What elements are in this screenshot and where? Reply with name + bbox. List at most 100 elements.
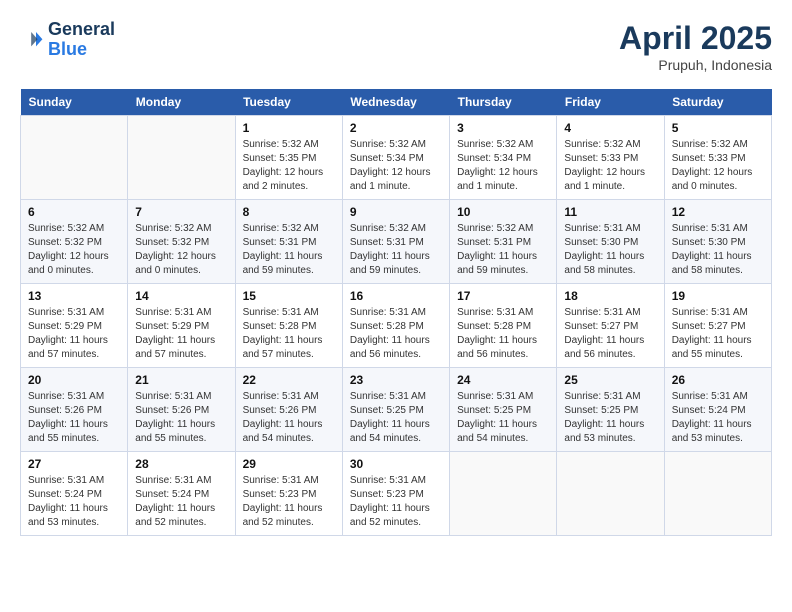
calendar-cell: 27Sunrise: 5:31 AM Sunset: 5:24 PM Dayli… xyxy=(21,452,128,536)
day-info: Sunrise: 5:31 AM Sunset: 5:27 PM Dayligh… xyxy=(564,306,656,362)
day-number: 18 xyxy=(564,289,656,303)
calendar-cell: 17 Sunrise: 5:31 AM Sunset: 5:28 PM Dayli… xyxy=(450,284,557,368)
logo-text: General Blue xyxy=(48,20,115,60)
day-number: 21 xyxy=(135,373,227,387)
calendar-body: 1 Sunrise: 5:32 AM Sunset: 5:35 PM Daylig… xyxy=(21,116,772,536)
calendar-cell: 7Sunrise: 5:32 AM Sunset: 5:32 PM Daylig… xyxy=(128,200,235,284)
calendar-cell: 10 Sunrise: 5:32 AM Sunset: 5:31 PM Dayli… xyxy=(450,200,557,284)
day-number: 25 xyxy=(564,373,656,387)
calendar-cell: 29 Sunrise: 5:31 AM Sunset: 5:23 PM Dayli… xyxy=(235,452,342,536)
weekday-header-friday: Friday xyxy=(557,89,664,116)
calendar-cell: 23 Sunrise: 5:31 AM Sunset: 5:25 PM Dayli… xyxy=(342,368,449,452)
weekday-header-sunday: Sunday xyxy=(21,89,128,116)
calendar-cell: 11 Sunrise: 5:31 AM Sunset: 5:30 PM Dayli… xyxy=(557,200,664,284)
logo: General Blue xyxy=(20,20,115,60)
day-number: 4 xyxy=(564,121,656,135)
calendar-cell: 1 Sunrise: 5:32 AM Sunset: 5:35 PM Daylig… xyxy=(235,116,342,200)
day-number: 2 xyxy=(350,121,442,135)
day-info: Sunrise: 5:32 AM Sunset: 5:34 PM Dayligh… xyxy=(350,138,442,194)
day-number: 23 xyxy=(350,373,442,387)
calendar-cell: 6 Sunrise: 5:32 AM Sunset: 5:32 PM Daylig… xyxy=(21,200,128,284)
day-info: Sunrise: 5:31 AM Sunset: 5:27 PM Dayligh… xyxy=(672,306,764,362)
calendar-header-row: SundayMondayTuesdayWednesdayThursdayFrid… xyxy=(21,89,772,116)
day-number: 26 xyxy=(672,373,764,387)
day-number: 20 xyxy=(28,373,120,387)
day-info: Sunrise: 5:32 AM Sunset: 5:31 PM Dayligh… xyxy=(457,222,549,278)
location: Prupuh, Indonesia xyxy=(619,57,772,73)
calendar-week-4: 20 Sunrise: 5:31 AM Sunset: 5:26 PM Dayli… xyxy=(21,368,772,452)
calendar-cell: 9Sunrise: 5:32 AM Sunset: 5:31 PM Daylig… xyxy=(342,200,449,284)
calendar-cell: 5 Sunrise: 5:32 AM Sunset: 5:33 PM Daylig… xyxy=(664,116,771,200)
calendar-table: SundayMondayTuesdayWednesdayThursdayFrid… xyxy=(20,89,772,536)
calendar-cell: 14 Sunrise: 5:31 AM Sunset: 5:29 PM Dayli… xyxy=(128,284,235,368)
calendar-cell xyxy=(557,452,664,536)
day-number: 28 xyxy=(135,457,227,471)
day-number: 5 xyxy=(672,121,764,135)
day-number: 1 xyxy=(243,121,335,135)
day-info: Sunrise: 5:32 AM Sunset: 5:33 PM Dayligh… xyxy=(672,138,764,194)
day-info: Sunrise: 5:31 AM Sunset: 5:23 PM Dayligh… xyxy=(350,474,442,530)
day-number: 22 xyxy=(243,373,335,387)
calendar-cell: 28 Sunrise: 5:31 AM Sunset: 5:24 PM Dayli… xyxy=(128,452,235,536)
day-info: Sunrise: 5:31 AM Sunset: 5:26 PM Dayligh… xyxy=(135,390,227,446)
logo-icon xyxy=(20,28,44,52)
day-info: Sunrise: 5:32 AM Sunset: 5:35 PM Dayligh… xyxy=(243,138,335,194)
calendar-cell: 2 Sunrise: 5:32 AM Sunset: 5:34 PM Daylig… xyxy=(342,116,449,200)
day-number: 14 xyxy=(135,289,227,303)
day-info: Sunrise: 5:31 AM Sunset: 5:23 PM Dayligh… xyxy=(243,474,335,530)
day-info: Sunrise: 5:31 AM Sunset: 5:29 PM Dayligh… xyxy=(135,306,227,362)
day-number: 12 xyxy=(672,205,764,219)
calendar-cell: 13Sunrise: 5:31 AM Sunset: 5:29 PM Dayli… xyxy=(21,284,128,368)
calendar-cell: 3 Sunrise: 5:32 AM Sunset: 5:34 PM Daylig… xyxy=(450,116,557,200)
day-info: Sunrise: 5:31 AM Sunset: 5:30 PM Dayligh… xyxy=(672,222,764,278)
calendar-cell: 24 Sunrise: 5:31 AM Sunset: 5:25 PM Dayli… xyxy=(450,368,557,452)
calendar-week-2: 6 Sunrise: 5:32 AM Sunset: 5:32 PM Daylig… xyxy=(21,200,772,284)
day-number: 19 xyxy=(672,289,764,303)
calendar-cell xyxy=(450,452,557,536)
page-header: General Blue April 2025 Prupuh, Indonesi… xyxy=(20,20,772,73)
calendar-cell: 30Sunrise: 5:31 AM Sunset: 5:23 PM Dayli… xyxy=(342,452,449,536)
day-number: 24 xyxy=(457,373,549,387)
day-info: Sunrise: 5:31 AM Sunset: 5:24 PM Dayligh… xyxy=(672,390,764,446)
weekday-header-saturday: Saturday xyxy=(664,89,771,116)
day-number: 3 xyxy=(457,121,549,135)
weekday-header-monday: Monday xyxy=(128,89,235,116)
calendar-cell: 19 Sunrise: 5:31 AM Sunset: 5:27 PM Dayli… xyxy=(664,284,771,368)
day-info: Sunrise: 5:31 AM Sunset: 5:25 PM Dayligh… xyxy=(457,390,549,446)
day-info: Sunrise: 5:31 AM Sunset: 5:25 PM Dayligh… xyxy=(564,390,656,446)
calendar-cell: 4Sunrise: 5:32 AM Sunset: 5:33 PM Daylig… xyxy=(557,116,664,200)
day-number: 8 xyxy=(243,205,335,219)
day-number: 16 xyxy=(350,289,442,303)
day-info: Sunrise: 5:32 AM Sunset: 5:32 PM Dayligh… xyxy=(28,222,120,278)
calendar-cell: 25 Sunrise: 5:31 AM Sunset: 5:25 PM Dayli… xyxy=(557,368,664,452)
day-info: Sunrise: 5:32 AM Sunset: 5:31 PM Dayligh… xyxy=(243,222,335,278)
day-info: Sunrise: 5:31 AM Sunset: 5:30 PM Dayligh… xyxy=(564,222,656,278)
calendar-week-1: 1 Sunrise: 5:32 AM Sunset: 5:35 PM Daylig… xyxy=(21,116,772,200)
calendar-cell: 21 Sunrise: 5:31 AM Sunset: 5:26 PM Dayli… xyxy=(128,368,235,452)
day-number: 9 xyxy=(350,205,442,219)
day-number: 10 xyxy=(457,205,549,219)
day-info: Sunrise: 5:31 AM Sunset: 5:28 PM Dayligh… xyxy=(457,306,549,362)
day-number: 13 xyxy=(28,289,120,303)
day-info: Sunrise: 5:32 AM Sunset: 5:32 PM Dayligh… xyxy=(135,222,227,278)
day-info: Sunrise: 5:32 AM Sunset: 5:34 PM Dayligh… xyxy=(457,138,549,194)
calendar-cell xyxy=(21,116,128,200)
day-number: 15 xyxy=(243,289,335,303)
calendar-cell: 16 Sunrise: 5:31 AM Sunset: 5:28 PM Dayli… xyxy=(342,284,449,368)
weekday-header-thursday: Thursday xyxy=(450,89,557,116)
calendar-cell: 26 Sunrise: 5:31 AM Sunset: 5:24 PM Dayli… xyxy=(664,368,771,452)
title-block: April 2025 Prupuh, Indonesia xyxy=(619,20,772,73)
calendar-cell: 22Sunrise: 5:31 AM Sunset: 5:26 PM Dayli… xyxy=(235,368,342,452)
day-info: Sunrise: 5:31 AM Sunset: 5:24 PM Dayligh… xyxy=(135,474,227,530)
calendar-cell: 15Sunrise: 5:31 AM Sunset: 5:28 PM Dayli… xyxy=(235,284,342,368)
calendar-week-3: 13 Sunrise: 5:31 AM Sunset: 5:29 PM Dayli… xyxy=(21,284,772,368)
weekday-header-tuesday: Tuesday xyxy=(235,89,342,116)
day-info: Sunrise: 5:31 AM Sunset: 5:25 PM Dayligh… xyxy=(350,390,442,446)
day-number: 6 xyxy=(28,205,120,219)
calendar-cell: 12 Sunrise: 5:31 AM Sunset: 5:30 PM Dayli… xyxy=(664,200,771,284)
day-number: 17 xyxy=(457,289,549,303)
day-number: 29 xyxy=(243,457,335,471)
day-number: 11 xyxy=(564,205,656,219)
day-info: Sunrise: 5:31 AM Sunset: 5:28 PM Dayligh… xyxy=(350,306,442,362)
calendar-cell xyxy=(664,452,771,536)
